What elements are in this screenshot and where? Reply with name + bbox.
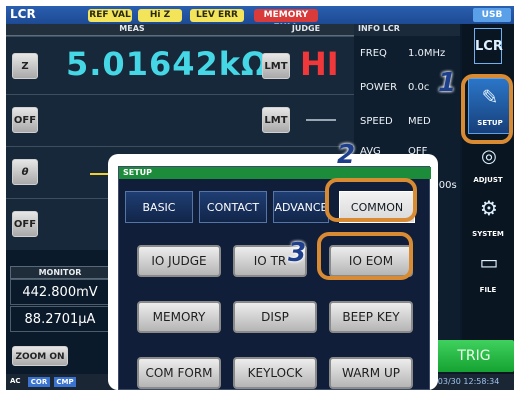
- tab-basic[interactable]: BASIC: [125, 191, 193, 223]
- lcr-mode-icon[interactable]: LCR: [474, 28, 503, 64]
- info-label-freq: FREQ: [360, 48, 387, 59]
- usb-indicator: USB: [473, 8, 511, 22]
- info-value-freq: 1.0MHz: [408, 48, 446, 59]
- monitor-current: 88.2701μA: [10, 306, 110, 332]
- memory-full-badge: MEMORY FULL: [254, 9, 318, 33]
- tab-contact[interactable]: CONTACT: [199, 191, 267, 223]
- io-judge-button[interactable]: IO JUDGE: [137, 245, 221, 277]
- callout-number-2: 2: [337, 140, 356, 170]
- monitor-voltage: 442.800mV: [10, 279, 110, 305]
- tab-advanced[interactable]: ADVANCE: [273, 191, 329, 223]
- adjust-menu-button[interactable]: ADJUST: [462, 176, 514, 184]
- callout-box-1: [461, 74, 513, 144]
- status-bar: LCR REF VAL Hi Z LEV ERR MEMORY FULL USB: [6, 6, 514, 33]
- com-form-button[interactable]: COM FORM: [137, 357, 221, 389]
- info-value-speed: MED: [408, 116, 431, 127]
- file-menu-button[interactable]: FILE: [462, 286, 514, 294]
- lmt-button-2[interactable]: LMT: [262, 107, 290, 133]
- judge-header: JUDGE: [258, 24, 354, 36]
- lev-err-badge: LEV ERR: [190, 9, 244, 22]
- beep-key-button[interactable]: BEEP KEY: [329, 301, 413, 333]
- app-title: LCR: [10, 7, 36, 21]
- info-value-power: 0.0c: [408, 82, 430, 93]
- hi-z-badge: Hi Z: [138, 9, 182, 22]
- warm-up-button[interactable]: WARM UP: [329, 357, 413, 389]
- judge-result-hi: HI: [300, 45, 339, 83]
- monitor-header: MONITOR: [10, 266, 110, 279]
- info-label-power: POWER: [360, 82, 398, 93]
- cor-tag: COR: [28, 377, 50, 387]
- lmt-button-1[interactable]: LMT: [262, 53, 290, 79]
- memory-button[interactable]: MEMORY: [137, 301, 221, 333]
- param-off-button-2[interactable]: OFF: [12, 211, 38, 237]
- param-z-button[interactable]: Z: [12, 53, 38, 79]
- judge-dash: [306, 119, 336, 121]
- folder-icon: ▭: [479, 250, 499, 274]
- callout-number-3: 3: [288, 238, 307, 268]
- zoom-on-button[interactable]: ZOOM ON: [12, 346, 68, 366]
- info-header: INFO LCR: [354, 24, 460, 36]
- callout-number-1: 1: [438, 68, 457, 98]
- ref-val-badge: REF VAL: [88, 9, 132, 22]
- disp-button[interactable]: DISP: [233, 301, 317, 333]
- meas-row-2: OFF LMT: [6, 94, 354, 146]
- callout-box-2: [325, 178, 417, 222]
- param-off-button-1[interactable]: OFF: [12, 107, 38, 133]
- info-label-speed: SPEED: [360, 116, 393, 127]
- keylock-button[interactable]: KEYLOCK: [233, 357, 317, 389]
- datetime: 5/03/30 12:58:34: [430, 377, 500, 386]
- cmp-tag: CMP: [54, 377, 76, 387]
- meas-header: MEAS: [6, 24, 258, 36]
- primary-value: 5.01642kΩ: [66, 45, 270, 83]
- meas-row-1: Z 5.01642kΩ LMT HI: [6, 36, 354, 94]
- adjust-icon: ◎: [481, 146, 497, 167]
- ac-tag: AC: [10, 377, 21, 385]
- trig-button[interactable]: TRIG: [434, 340, 514, 372]
- gear-icon: ⚙: [480, 196, 498, 220]
- lcr-screen: LCR REF VAL Hi Z LEV ERR MEMORY FULL USB…: [6, 6, 514, 390]
- callout-box-3: [317, 232, 413, 280]
- param-theta-button[interactable]: θ: [12, 159, 38, 185]
- system-menu-button[interactable]: SYSTEM: [462, 230, 514, 238]
